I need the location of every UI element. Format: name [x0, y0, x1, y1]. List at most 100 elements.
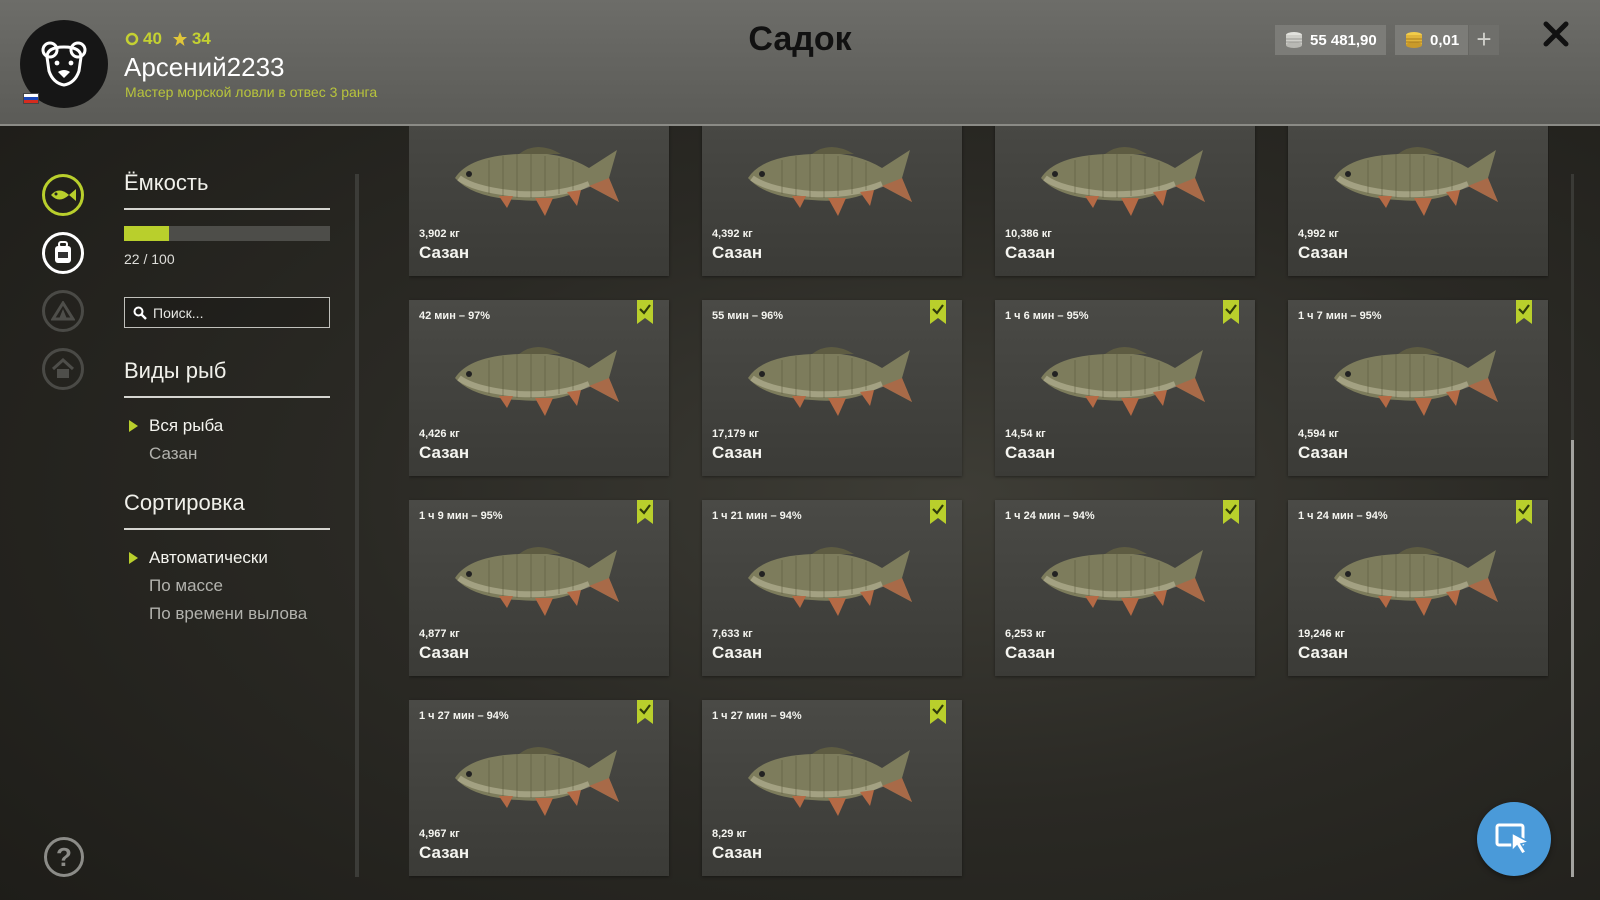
fish-card-name: Сазан: [1298, 443, 1349, 462]
carp-fish-image: [449, 134, 625, 218]
fish-card[interactable]: 1 ч 24 мин – 94% 6,253 кг Сазан: [995, 500, 1255, 676]
fish-card[interactable]: 55 мин – 96% 17,179 кг Сазан: [702, 300, 962, 476]
fish-card-name: Сазан: [419, 643, 470, 662]
carp-fish-image: [449, 734, 625, 818]
fish-card-time: 1 ч 9 мин – 95%: [419, 510, 503, 522]
carp-fish-image: [1328, 534, 1504, 618]
cursor-select-icon: [1495, 823, 1532, 855]
scrollbar-thumb[interactable]: [1571, 440, 1574, 877]
fish-card-name: Сазан: [712, 643, 763, 662]
capacity-bar-fill: [124, 226, 170, 241]
fish-card-weight: 4,594 кг: [1298, 428, 1339, 440]
nav-keepnet[interactable]: [42, 174, 84, 216]
fish-card-weight: 4,426 кг: [419, 428, 460, 440]
nav-camp[interactable]: [42, 290, 84, 332]
fish-icon: [51, 189, 76, 201]
fish-card-weight: 7,633 кг: [712, 628, 753, 640]
sorting-list: Автоматически По массе По времени вылова: [124, 544, 330, 628]
bookmark-icon[interactable]: [637, 300, 653, 324]
species-option-all[interactable]: Вся рыба: [124, 412, 330, 440]
fish-card[interactable]: 4,392 кг Сазан: [702, 126, 962, 276]
fish-card[interactable]: 1 ч 24 мин – 94% 19,246 кг Сазан: [1288, 500, 1548, 676]
gold-value: 0,01: [1430, 31, 1460, 49]
search-box[interactable]: [124, 297, 330, 328]
fish-card-time: 1 ч 27 мин – 94%: [419, 710, 509, 722]
capacity-title: Ёмкость: [124, 170, 330, 210]
fish-card-name: Сазан: [419, 243, 470, 262]
fish-card-name: Сазан: [419, 843, 470, 862]
fish-card-time: 1 ч 24 мин – 94%: [1005, 510, 1095, 522]
sort-option-weight[interactable]: По массе: [124, 572, 330, 600]
fish-card[interactable]: 42 мин – 97% 4,426 кг Сазан: [409, 300, 669, 476]
fish-card[interactable]: 1 ч 27 мин – 94% 8,29 кг Сазан: [702, 700, 962, 876]
fish-card-weight: 14,54 кг: [1005, 428, 1046, 440]
fish-card[interactable]: 1 ч 7 мин – 95% 4,594 кг Сазан: [1288, 300, 1548, 476]
bookmark-icon[interactable]: [1223, 300, 1239, 324]
fish-card[interactable]: 3,902 кг Сазан: [409, 126, 669, 276]
fish-card[interactable]: 4,992 кг Сазан: [1288, 126, 1548, 276]
search-input[interactable]: [153, 304, 313, 321]
silver-balance[interactable]: 55 481,90: [1275, 25, 1386, 55]
species-list: Вся рыба Сазан: [124, 412, 330, 468]
fish-grid: 3,902 кг Сазан 4,392 кг Сазан 10,386 кг …: [409, 126, 1549, 900]
fish-card-time: 1 ч 27 мин – 94%: [712, 710, 802, 722]
fish-card[interactable]: 10,386 кг Сазан: [995, 126, 1255, 276]
gold-coins-icon: [1406, 32, 1422, 48]
fish-card-time: 55 мин – 96%: [712, 310, 784, 322]
fish-card-time: 1 ч 24 мин – 94%: [1298, 510, 1388, 522]
species-option-carp[interactable]: Сазан: [124, 440, 330, 468]
bookmark-icon[interactable]: [930, 300, 946, 324]
carp-fish-image: [1035, 134, 1211, 218]
search-icon: [133, 306, 147, 320]
carp-fish-image: [1328, 334, 1504, 418]
carp-fish-image: [742, 534, 918, 618]
bookmark-icon[interactable]: [1516, 300, 1532, 324]
fish-card[interactable]: 1 ч 27 мин – 94% 4,967 кг Сазан: [409, 700, 669, 876]
bookmark-icon[interactable]: [1516, 500, 1532, 524]
capacity-bar: [124, 226, 330, 241]
fish-card-weight: 4,992 кг: [1298, 228, 1339, 240]
nav-home[interactable]: [42, 348, 84, 390]
bookmark-icon[interactable]: [930, 700, 946, 724]
tent-icon: [51, 301, 75, 321]
fish-card-time: 1 ч 21 мин – 94%: [712, 510, 802, 522]
select-mode-button[interactable]: [1477, 802, 1551, 876]
fish-card-time: 1 ч 6 мин – 95%: [1005, 310, 1089, 322]
fish-card-time: 42 мин – 97%: [419, 310, 491, 322]
panel-divider: [355, 174, 359, 877]
sort-option-auto[interactable]: Автоматически: [124, 544, 330, 572]
backpack-icon: [55, 241, 71, 263]
carp-fish-image: [449, 534, 625, 618]
fish-card-weight: 4,392 кг: [712, 228, 753, 240]
fish-card-weight: 3,902 кг: [419, 228, 460, 240]
player-rank: Мастер морской ловли в отвес 3 ранга: [125, 84, 378, 100]
fish-card[interactable]: 1 ч 6 мин – 95% 14,54 кг Сазан: [995, 300, 1255, 476]
fish-card-weight: 4,877 кг: [419, 628, 460, 640]
species-title: Виды рыб: [124, 358, 330, 398]
house-icon: [51, 358, 75, 378]
carp-fish-image: [1035, 334, 1211, 418]
fish-card-name: Сазан: [1005, 443, 1056, 462]
sort-option-time[interactable]: По времени вылова: [124, 600, 330, 628]
fish-card-weight: 6,253 кг: [1005, 628, 1046, 640]
fish-card-name: Сазан: [419, 443, 470, 462]
bookmark-icon[interactable]: [930, 500, 946, 524]
silver-coins-icon: [1286, 32, 1302, 48]
fish-card-name: Сазан: [1298, 643, 1349, 662]
fish-card[interactable]: 1 ч 21 мин – 94% 7,633 кг Сазан: [702, 500, 962, 676]
fish-card-name: Сазан: [712, 443, 763, 462]
fish-card-name: Сазан: [712, 843, 763, 862]
fish-card[interactable]: 1 ч 9 мин – 95% 4,877 кг Сазан: [409, 500, 669, 676]
capacity-count: 22 / 100: [124, 251, 175, 267]
bookmark-icon[interactable]: [1223, 500, 1239, 524]
help-button[interactable]: ?: [44, 837, 84, 877]
bookmark-icon[interactable]: [637, 700, 653, 724]
fish-card-name: Сазан: [1005, 643, 1056, 662]
add-currency-button[interactable]: +: [1469, 25, 1499, 55]
close-button[interactable]: [1542, 20, 1578, 60]
carp-fish-image: [1035, 534, 1211, 618]
top-bar: 40 34 Арсений2233 Мастер морской ловли в…: [0, 0, 1600, 126]
nav-inventory[interactable]: [42, 232, 84, 274]
gold-balance[interactable]: 0,01: [1395, 25, 1469, 55]
bookmark-icon[interactable]: [637, 500, 653, 524]
